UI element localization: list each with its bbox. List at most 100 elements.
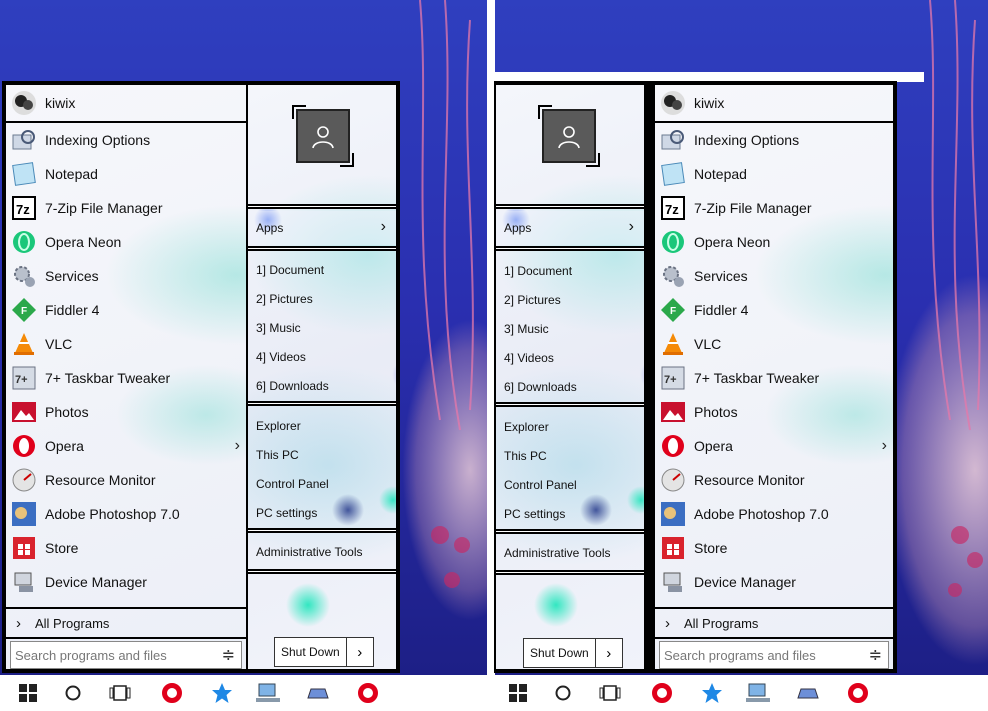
chevron-right-icon[interactable]: › [882, 437, 887, 455]
program-item[interactable]: 7z 7-Zip File Manager [6, 191, 246, 225]
library-label: 1] Document [256, 262, 325, 277]
program-item[interactable]: Device Manager [6, 565, 246, 599]
library-item[interactable]: 4] Videos [248, 342, 396, 371]
cortana-circle-icon[interactable] [53, 675, 93, 711]
program-item[interactable]: 7+ 7+ Taskbar Tweaker [655, 361, 893, 395]
system-item[interactable]: Explorer [248, 411, 396, 440]
apps-label: Apps [504, 221, 532, 235]
libraries-list: 1] Document 2] Pictures 3] Music 4] Videos 6… [496, 256, 644, 401]
program-list: Indexing Options Notepad 7z 7-Zip File Mana… [6, 123, 246, 599]
library-label: 1] Document [504, 263, 573, 278]
user-silhouette-icon [542, 109, 596, 163]
search-box[interactable]: ≑ [10, 641, 242, 669]
search-box[interactable]: ≑ [659, 641, 889, 669]
program-label: Fiddler 4 [45, 302, 100, 318]
program-item[interactable]: Photos [6, 395, 246, 429]
cortana-circle-icon[interactable] [543, 675, 583, 711]
library-item[interactable]: 2] Pictures [496, 285, 644, 314]
resource-monitor-icon [658, 465, 688, 495]
program-item[interactable]: Resource Monitor [6, 463, 246, 497]
library-item[interactable]: 3] Music [248, 313, 396, 342]
library-item[interactable]: 6] Downloads [248, 371, 396, 400]
program-item[interactable]: Notepad [655, 157, 893, 191]
program-item[interactable]: Store [655, 531, 893, 565]
library-item[interactable]: 2] Pictures [248, 284, 396, 313]
shutdown-button[interactable]: Shut Down [524, 639, 596, 667]
apps-label: Apps [256, 221, 284, 235]
windows-start-icon[interactable] [498, 675, 538, 711]
chevron-right-icon: › [16, 614, 21, 632]
laptop-app-icon[interactable] [298, 675, 338, 711]
program-item[interactable]: 7+ 7+ Taskbar Tweaker [6, 361, 246, 395]
apps-button[interactable]: Apps › [248, 211, 396, 245]
program-item[interactable]: Opera Neon [655, 225, 893, 259]
library-item[interactable]: 3] Music [496, 314, 644, 343]
system-item[interactable]: This PC [496, 441, 644, 470]
user-account-row[interactable]: kiwix [655, 85, 893, 123]
shutdown-options-chevron-icon[interactable]: › [596, 639, 622, 667]
task-view-icon[interactable] [590, 675, 630, 711]
user-name: kiwix [694, 95, 725, 111]
opera-icon[interactable] [348, 675, 388, 711]
administrative-tools-item[interactable]: Administrative Tools [496, 538, 644, 567]
program-item[interactable]: Adobe Photoshop 7.0 [655, 497, 893, 531]
library-label: 2] Pictures [256, 291, 313, 306]
search-icon: ≑ [221, 647, 235, 664]
all-programs-button[interactable]: › All Programs [655, 607, 893, 639]
program-item[interactable]: F Fiddler 4 [655, 293, 893, 327]
system-item[interactable]: This PC [248, 440, 396, 469]
program-item[interactable]: VLC [6, 327, 246, 361]
user-account-row[interactable]: kiwix [6, 85, 246, 123]
program-item[interactable]: Store [6, 531, 246, 565]
library-item[interactable]: 6] Downloads [496, 372, 644, 401]
program-item[interactable]: Indexing Options [655, 123, 893, 157]
star-app-icon[interactable] [692, 675, 732, 711]
windows-start-icon[interactable] [8, 675, 48, 711]
program-item[interactable]: Notepad [6, 157, 246, 191]
user-picture[interactable] [538, 105, 600, 167]
program-item[interactable]: 7z 7-Zip File Manager [655, 191, 893, 225]
library-item[interactable]: 1] Document [496, 256, 644, 285]
program-item[interactable]: Opera › [6, 429, 246, 463]
all-programs-button[interactable]: › All Programs [6, 607, 246, 639]
program-item[interactable]: Resource Monitor [655, 463, 893, 497]
system-item[interactable]: Explorer [496, 412, 644, 441]
administrative-tools-item[interactable]: Administrative Tools [248, 537, 396, 566]
search-input[interactable] [664, 647, 866, 663]
program-label: 7-Zip File Manager [45, 200, 163, 216]
program-item[interactable]: Opera › [655, 429, 893, 463]
program-item[interactable]: Device Manager [655, 565, 893, 599]
program-item[interactable]: Photos [655, 395, 893, 429]
taskbar-tweaker-icon: 7+ [9, 363, 39, 393]
program-item[interactable]: Services [6, 259, 246, 293]
chevron-right-icon[interactable]: › [235, 437, 240, 455]
star-app-icon[interactable] [202, 675, 242, 711]
search-input[interactable] [15, 647, 219, 663]
library-item[interactable]: 4] Videos [496, 343, 644, 372]
opera-icon[interactable] [838, 675, 878, 711]
monitor-app-icon[interactable] [738, 675, 778, 711]
system-item[interactable]: PC settings [496, 499, 644, 528]
program-item[interactable]: Adobe Photoshop 7.0 [6, 497, 246, 531]
system-item[interactable]: Control Panel [496, 470, 644, 499]
program-item[interactable]: Indexing Options [6, 123, 246, 157]
administrative-tools-label: Administrative Tools [504, 545, 611, 560]
shutdown-button[interactable]: Shut Down [275, 638, 347, 666]
program-item[interactable]: Services [655, 259, 893, 293]
system-item[interactable]: PC settings [248, 498, 396, 527]
system-item[interactable]: Control Panel [248, 469, 396, 498]
opera-icon[interactable] [642, 675, 682, 711]
program-item[interactable]: VLC [655, 327, 893, 361]
program-item[interactable]: F Fiddler 4 [6, 293, 246, 327]
user-picture[interactable] [292, 105, 354, 167]
shutdown-options-chevron-icon[interactable]: › [347, 638, 373, 666]
program-item[interactable]: Opera Neon [6, 225, 246, 259]
divider [496, 570, 644, 575]
monitor-app-icon[interactable] [248, 675, 288, 711]
opera-icon[interactable] [152, 675, 192, 711]
apps-button[interactable]: Apps › [496, 211, 644, 245]
task-view-icon[interactable] [100, 675, 140, 711]
library-item[interactable]: 1] Document [248, 255, 396, 284]
laptop-app-icon[interactable] [788, 675, 828, 711]
program-label: Opera Neon [694, 234, 771, 250]
